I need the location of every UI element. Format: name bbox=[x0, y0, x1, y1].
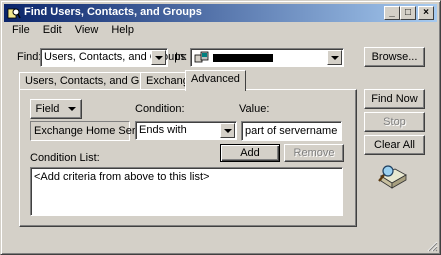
maximize-button[interactable]: □ bbox=[400, 6, 416, 20]
condition-list-placeholder: <Add criteria from above to this list> bbox=[34, 171, 210, 183]
menu-file[interactable]: File bbox=[4, 23, 35, 36]
resize-grip-icon[interactable] bbox=[426, 240, 438, 252]
in-location-dropdown[interactable] bbox=[190, 48, 344, 67]
minimize-button[interactable]: _ bbox=[384, 6, 400, 20]
browse-button[interactable]: Browse... bbox=[364, 47, 425, 67]
remove-button[interactable]: Remove bbox=[284, 144, 344, 162]
field-button[interactable]: Field bbox=[30, 99, 82, 119]
menu-help[interactable]: Help bbox=[103, 23, 139, 36]
advanced-tab-panel: Field Condition: Value: Exchange Home Se… bbox=[19, 89, 357, 227]
selected-field-value: Exchange Home Server bbox=[34, 125, 151, 137]
field-button-label: Field bbox=[35, 103, 60, 115]
title-bar[interactable]: Find Users, Contacts, and Groups _ □ × bbox=[4, 4, 437, 22]
menu-view[interactable]: View bbox=[67, 23, 104, 36]
value-label: Value: bbox=[239, 103, 270, 115]
find-users-icon bbox=[7, 8, 21, 19]
selected-field-display: Exchange Home Server bbox=[30, 121, 151, 141]
search-animation-icon bbox=[378, 165, 407, 189]
condition-list-label: Condition List: bbox=[30, 152, 100, 164]
redacted-domain bbox=[213, 54, 273, 62]
clear-all-button[interactable]: Clear All bbox=[364, 135, 425, 155]
find-type-dropdown[interactable]: Users, Contacts, and Groups bbox=[40, 48, 186, 67]
window-title: Find Users, Contacts, and Groups bbox=[24, 6, 202, 18]
condition-list-box[interactable]: <Add criteria from above to this list> bbox=[30, 167, 343, 216]
condition-value: Ends with bbox=[139, 124, 187, 136]
tab-advanced[interactable]: Advanced bbox=[185, 70, 246, 91]
dropdown-arrow-icon bbox=[68, 107, 77, 112]
in-label: In: bbox=[175, 51, 188, 63]
menu-bar: File Edit View Help bbox=[4, 23, 139, 39]
chevron-down-icon[interactable] bbox=[220, 123, 235, 138]
condition-label: Condition: bbox=[135, 103, 185, 115]
condition-dropdown[interactable]: Ends with bbox=[135, 121, 237, 140]
find-label: Find: bbox=[17, 51, 42, 63]
find-dialog-window: Find Users, Contacts, and Groups _ □ × F… bbox=[0, 0, 441, 255]
stop-button[interactable]: Stop bbox=[364, 112, 425, 132]
value-input-text: part of servername bbox=[245, 125, 338, 137]
chevron-down-icon[interactable] bbox=[327, 50, 342, 65]
value-input[interactable]: part of servername bbox=[241, 121, 342, 141]
chevron-down-icon[interactable] bbox=[151, 50, 166, 65]
domain-icon bbox=[194, 51, 209, 63]
add-button[interactable]: Add bbox=[220, 144, 280, 162]
menu-edit[interactable]: Edit bbox=[35, 23, 67, 36]
close-button[interactable]: × bbox=[418, 6, 434, 20]
find-now-button[interactable]: Find Now bbox=[364, 89, 425, 109]
